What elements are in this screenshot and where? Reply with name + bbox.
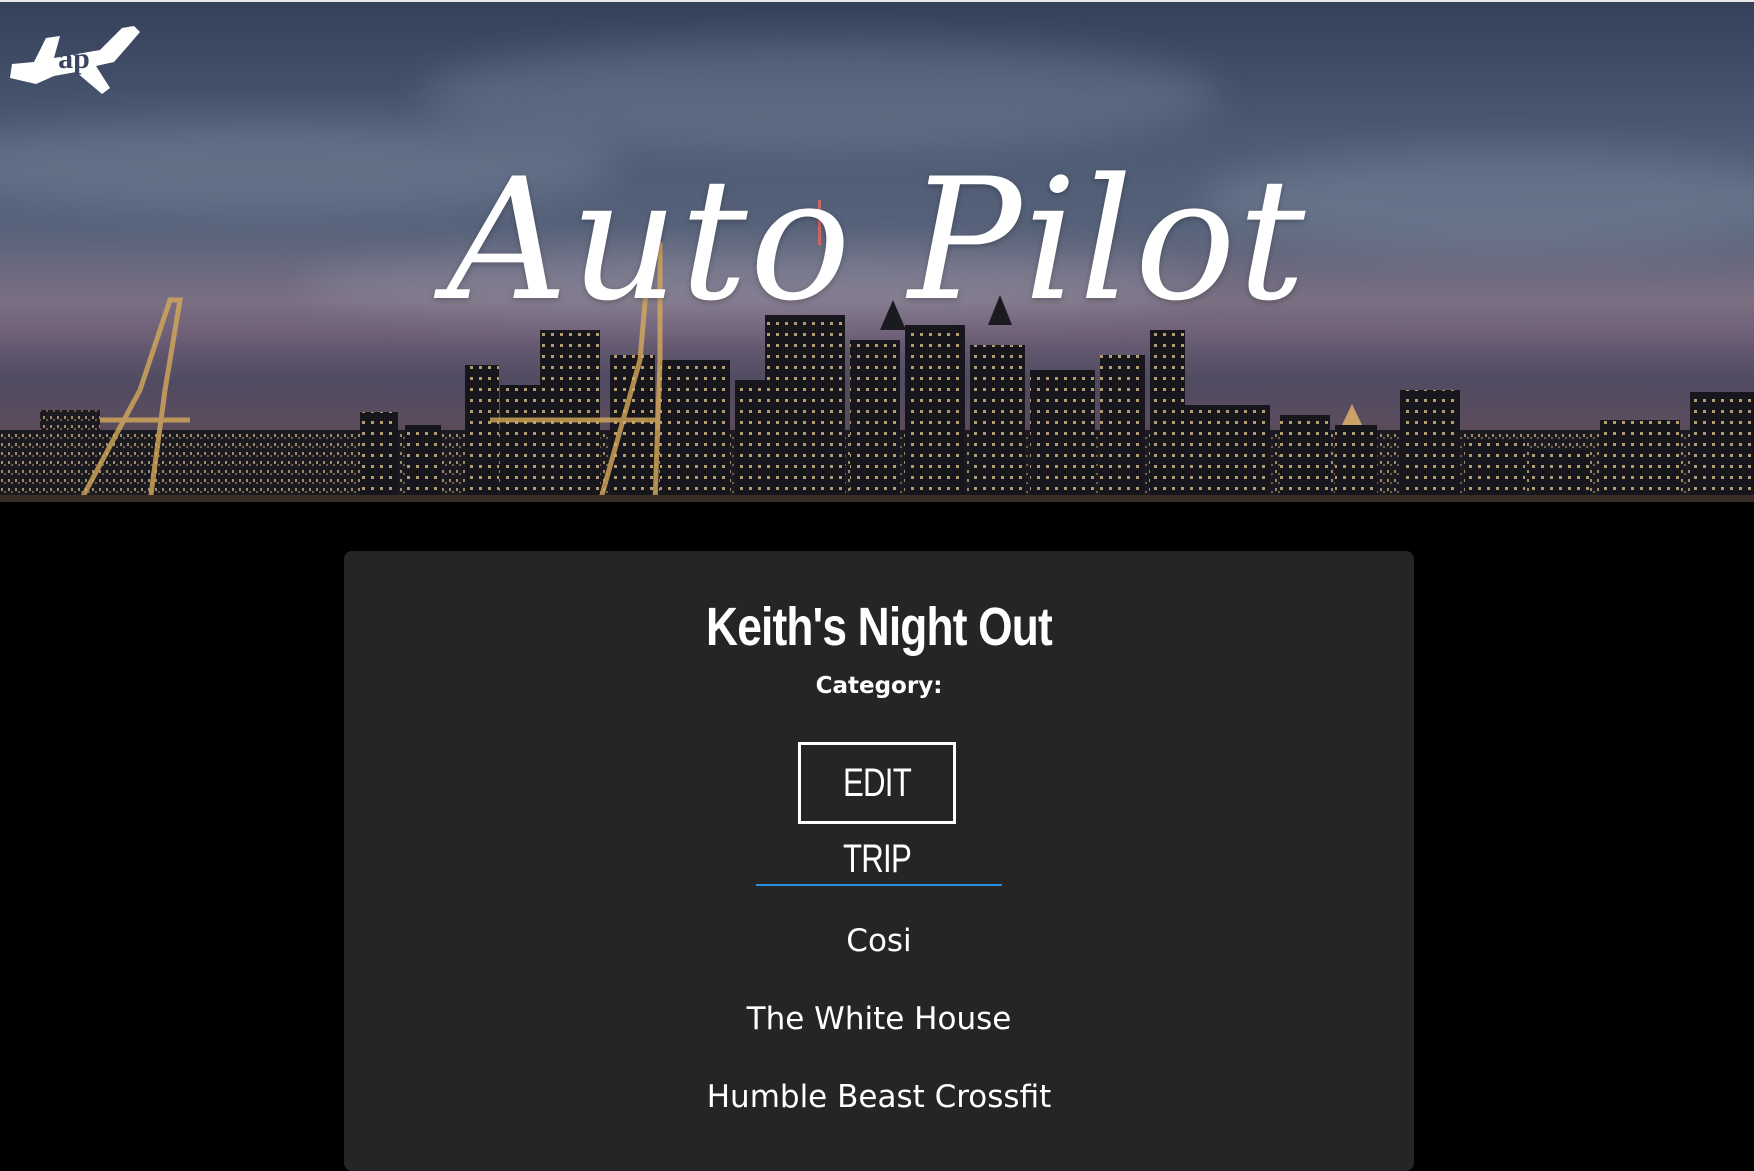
trip-name: Keith's Night Out [706,597,1053,657]
trip-card: Keith's Night Out Category: EDIT TRIP Co… [344,551,1414,1171]
category-label: Category: [815,673,943,699]
hero-banner: ap Auto Pilot [0,0,1754,502]
app-title: Auto Pilot [446,142,1308,338]
airplane-icon[interactable]: ap [4,18,144,98]
svg-text:ap: ap [58,42,90,75]
edit-trip-button[interactable]: EDIT TRIP [798,742,956,881]
edit-trip-label: EDIT TRIP [843,761,912,881]
section-divider [756,884,1002,886]
trip-stop-item[interactable]: Humble Beast Crossfit [344,1077,1414,1117]
trip-stop-item[interactable]: The White House [344,999,1414,1039]
trip-stop-item[interactable]: Cosi [344,921,1414,961]
